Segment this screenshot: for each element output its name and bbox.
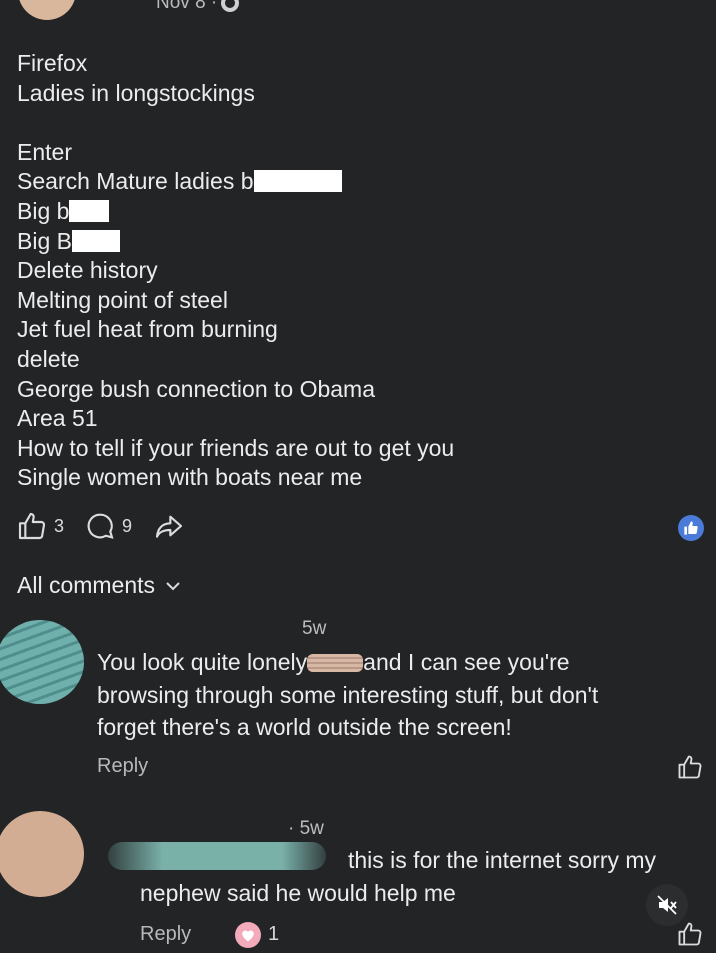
post-line: Ladies in longstockings (17, 79, 255, 106)
like-count: 3 (54, 515, 65, 536)
post-line (17, 108, 697, 138)
heart-icon (235, 922, 261, 948)
like-button[interactable]: 3 (16, 510, 64, 542)
post-date: Nov 8 · (156, 0, 218, 13)
comment-line: browsing through some interesting stuff,… (97, 681, 599, 708)
comment-like-button[interactable] (676, 920, 704, 953)
comment-count: 9 (122, 515, 133, 536)
post-text: Firefox Ladies in longstockings Enter Se… (17, 49, 697, 493)
post-action-bar: 3 9 (16, 510, 206, 542)
post-line: Big B (17, 227, 697, 257)
post-line: Delete history (17, 257, 158, 284)
post-line: Area 51 (17, 405, 98, 432)
speaker-muted-icon (657, 895, 677, 915)
post-line: Firefox (17, 50, 88, 76)
commenter-avatar[interactable] (0, 620, 84, 704)
redaction-smudge (307, 654, 364, 672)
comment-text: You look quite lonely and I can see you'r… (97, 646, 697, 744)
redaction-box (253, 170, 342, 193)
redacted-name (108, 842, 326, 870)
post-line-text: Big b (17, 197, 70, 224)
comments-sort-dropdown[interactable]: All comments (17, 572, 181, 599)
comment-line: this is for the internet sorry my (348, 847, 657, 873)
reply-button[interactable]: Reply (140, 923, 191, 946)
post-line: Big b (17, 197, 697, 227)
post-meta: Nov 8 · (156, 0, 240, 14)
commenter-avatar[interactable] (0, 811, 84, 897)
share-button[interactable] (152, 510, 186, 542)
redaction-box (71, 229, 120, 252)
comment-timestamp: 5w (302, 618, 327, 639)
thumbs-up-icon (678, 922, 702, 946)
post-line: Jet fuel heat from burning (17, 316, 278, 343)
post-author-avatar[interactable] (18, 0, 76, 20)
comment-like-button[interactable] (676, 753, 704, 786)
thumbs-up-icon (18, 512, 46, 540)
post-line: Single women with boats near me (17, 464, 363, 491)
comment-icon (87, 513, 114, 539)
post-line: Melting point of steel (17, 286, 228, 313)
post-line: George bush connection to Obama (17, 375, 376, 402)
reaction-count: 1 (268, 923, 280, 945)
redaction-box (69, 199, 110, 222)
post-line-text: Big B (17, 227, 72, 254)
reply-button[interactable]: Reply (97, 755, 148, 778)
post-line: Enter (17, 138, 72, 165)
comment-line: You look quite lonely and I can see you'r… (97, 646, 697, 679)
globe-icon (221, 0, 240, 12)
post-line-text: Search Mature ladies b (17, 168, 254, 195)
thumbs-up-icon (678, 755, 702, 779)
chevron-down-icon (166, 581, 180, 590)
share-icon (155, 515, 183, 538)
post-line: How to tell if your friends are out to g… (17, 434, 455, 461)
comment-text-part: You look quite lonely (97, 649, 308, 675)
comment-line: forget there's a world outside the scree… (97, 714, 512, 740)
comment-timestamp: · 5w (288, 818, 324, 839)
comments-sort-label: All comments (17, 572, 156, 598)
comment-button[interactable]: 9 (84, 510, 132, 542)
comment-text-part: and I can see you're (363, 649, 570, 675)
comment-line: nephew said he would help me (140, 880, 456, 906)
post-line: Search Mature ladies b (17, 167, 697, 197)
post-line: delete (17, 345, 80, 372)
like-badge-icon (678, 515, 704, 541)
